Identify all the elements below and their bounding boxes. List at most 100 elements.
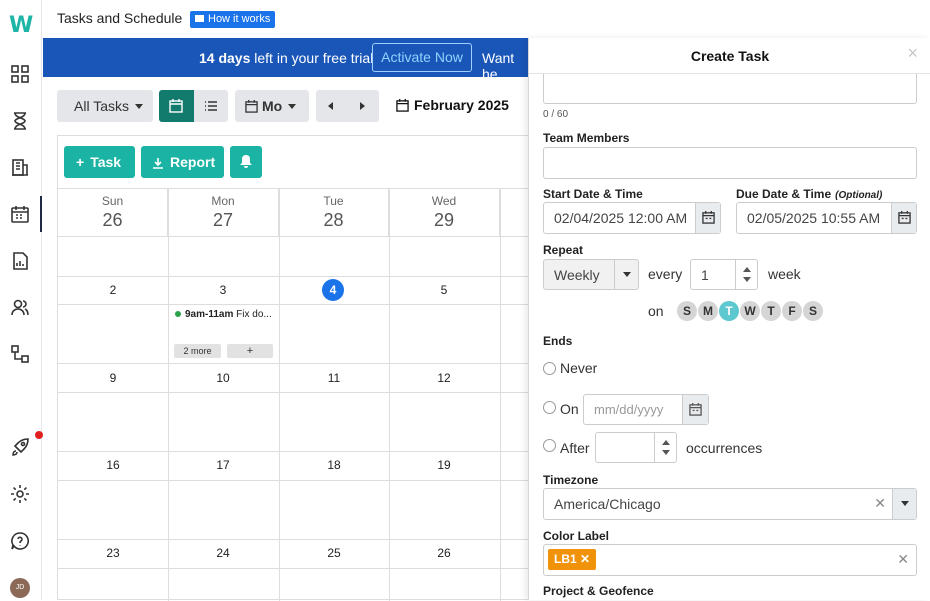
add-task-button[interactable]: + Task [64, 146, 135, 178]
day-cell-number[interactable]: 3 [168, 283, 278, 297]
activate-now-button[interactable]: Activate Now [372, 43, 472, 72]
panel-title: Create Task [690, 48, 770, 64]
add-event-button[interactable]: + [227, 344, 273, 358]
grid-line [58, 276, 534, 277]
calendar-icon[interactable] [10, 204, 32, 226]
timezone-select[interactable]: America/Chicago ✕ [543, 488, 917, 520]
weekday-thu[interactable]: T [761, 301, 781, 321]
ends-after-radio[interactable] [543, 439, 556, 452]
event-time: 9am-11am [185, 309, 234, 320]
day-cell-number[interactable]: 24 [168, 546, 278, 560]
report-button[interactable]: Report [141, 146, 224, 178]
avatar[interactable]: JD [10, 578, 30, 598]
sidebar: W JD [0, 0, 43, 600]
users-icon[interactable] [10, 297, 32, 319]
day-cell-number[interactable]: 9 [58, 371, 168, 385]
day-of-week: Mon [211, 194, 235, 208]
grid-line [58, 451, 534, 452]
day-cell-number[interactable]: 23 [58, 546, 168, 560]
calendar-icon[interactable] [695, 203, 720, 233]
app-logo[interactable]: W [9, 14, 33, 38]
title-char-counter: 0 / 60 [543, 109, 569, 120]
prev-month-icon[interactable] [328, 102, 333, 110]
day-cell-number[interactable]: 26 [389, 546, 499, 560]
dashboard-icon[interactable] [10, 64, 32, 86]
day-cell-number[interactable]: 10 [168, 371, 278, 385]
day-cell-number[interactable]: 19 [389, 458, 499, 472]
day-cell-number[interactable]: 2 [58, 283, 168, 297]
calendar-icon[interactable] [891, 203, 916, 233]
due-date-input[interactable]: 02/05/2025 10:55 AM [736, 202, 917, 234]
close-icon[interactable]: × [907, 43, 918, 64]
stepper-arrows[interactable] [654, 433, 676, 462]
calendar-icon[interactable] [682, 395, 708, 424]
event-title: Fix do... [236, 309, 272, 320]
filter-label: All Tasks [74, 98, 129, 114]
color-chip[interactable]: LB1 ✕ [548, 549, 597, 570]
calendar-event[interactable]: 9am-11am Fix do... [175, 309, 279, 320]
grid-line [58, 568, 534, 569]
gear-icon[interactable] [10, 484, 32, 506]
ends-on-radio[interactable] [543, 401, 556, 414]
chevron-down-icon[interactable] [892, 489, 916, 519]
day-cell-number[interactable]: 17 [168, 458, 278, 472]
title-input[interactable] [543, 74, 917, 104]
list-view-button[interactable] [194, 90, 228, 122]
building-icon[interactable] [10, 157, 32, 179]
day-cell-number[interactable]: 16 [58, 458, 168, 472]
view-mode-dropdown[interactable]: Mo [235, 90, 309, 122]
weekday-wed[interactable]: W [740, 301, 760, 321]
timezone-label: Timezone [543, 473, 599, 487]
day-cell-number[interactable]: 5 [389, 283, 499, 297]
project-geofence-label: Project & Geofence [543, 584, 654, 598]
clear-icon[interactable]: ✕ [874, 495, 886, 512]
today-marker[interactable]: 4 [322, 279, 344, 301]
optional-hint: (Optional) [835, 190, 883, 201]
clear-icon[interactable]: ✕ [897, 551, 909, 568]
day-cell-number[interactable]: 25 [279, 546, 389, 560]
page-title: Tasks and Schedule [57, 10, 183, 26]
weekday-sat[interactable]: S [803, 301, 823, 321]
day-cell-number[interactable]: 12 [389, 371, 499, 385]
reminder-button[interactable] [230, 146, 262, 178]
filter-dropdown[interactable]: All Tasks [57, 90, 153, 122]
ends-label: Ends [543, 334, 573, 348]
weekday-sun[interactable]: S [677, 301, 697, 321]
day-cell-number[interactable]: 18 [279, 458, 389, 472]
start-date-label: Start Date & Time [543, 187, 643, 201]
rocket-icon[interactable] [10, 437, 32, 459]
weekday-mon[interactable]: M [698, 301, 718, 321]
ends-never-radio[interactable] [543, 362, 556, 375]
end-date-input[interactable]: mm/dd/yyyy [583, 394, 709, 425]
report-label: Report [170, 154, 216, 170]
ends-on-label: On [560, 401, 579, 417]
help-icon[interactable] [10, 531, 32, 553]
repeat-select[interactable]: Weekly [543, 259, 639, 290]
trial-text: 14 days left in your free trial [199, 50, 373, 66]
workflow-icon[interactable] [10, 344, 32, 366]
grid-line [58, 392, 534, 393]
stepper-arrows[interactable] [735, 260, 757, 289]
day-header: Mon 27 [168, 189, 279, 236]
start-date-input[interactable]: 02/04/2025 12:00 AM [543, 202, 721, 234]
color-chip-label: LB1 [554, 552, 577, 566]
how-it-works-button[interactable]: How it works [190, 11, 276, 28]
occurrences-stepper[interactable] [595, 432, 677, 463]
color-label-input[interactable]: LB1 ✕ ✕ [543, 544, 917, 576]
day-cell-number[interactable]: 11 [279, 371, 389, 385]
next-month-icon[interactable] [360, 102, 365, 110]
weekday-fri[interactable]: F [782, 301, 802, 321]
team-members-input[interactable] [543, 147, 917, 179]
calendar-view-button[interactable] [159, 90, 194, 122]
grid-line [58, 363, 534, 364]
weekday-tue[interactable]: T [719, 301, 739, 321]
report-icon[interactable] [10, 251, 32, 273]
hourglass-icon[interactable] [10, 111, 32, 133]
interval-stepper[interactable]: 1 [690, 259, 758, 290]
remove-chip-icon[interactable]: ✕ [580, 552, 590, 566]
plus-icon: + [76, 154, 85, 170]
day-number: 26 [102, 210, 123, 230]
trial-message: left in your free trial [250, 50, 374, 66]
more-events-button[interactable]: 2 more [174, 344, 221, 358]
due-date-label-text: Due Date & Time [736, 187, 832, 201]
